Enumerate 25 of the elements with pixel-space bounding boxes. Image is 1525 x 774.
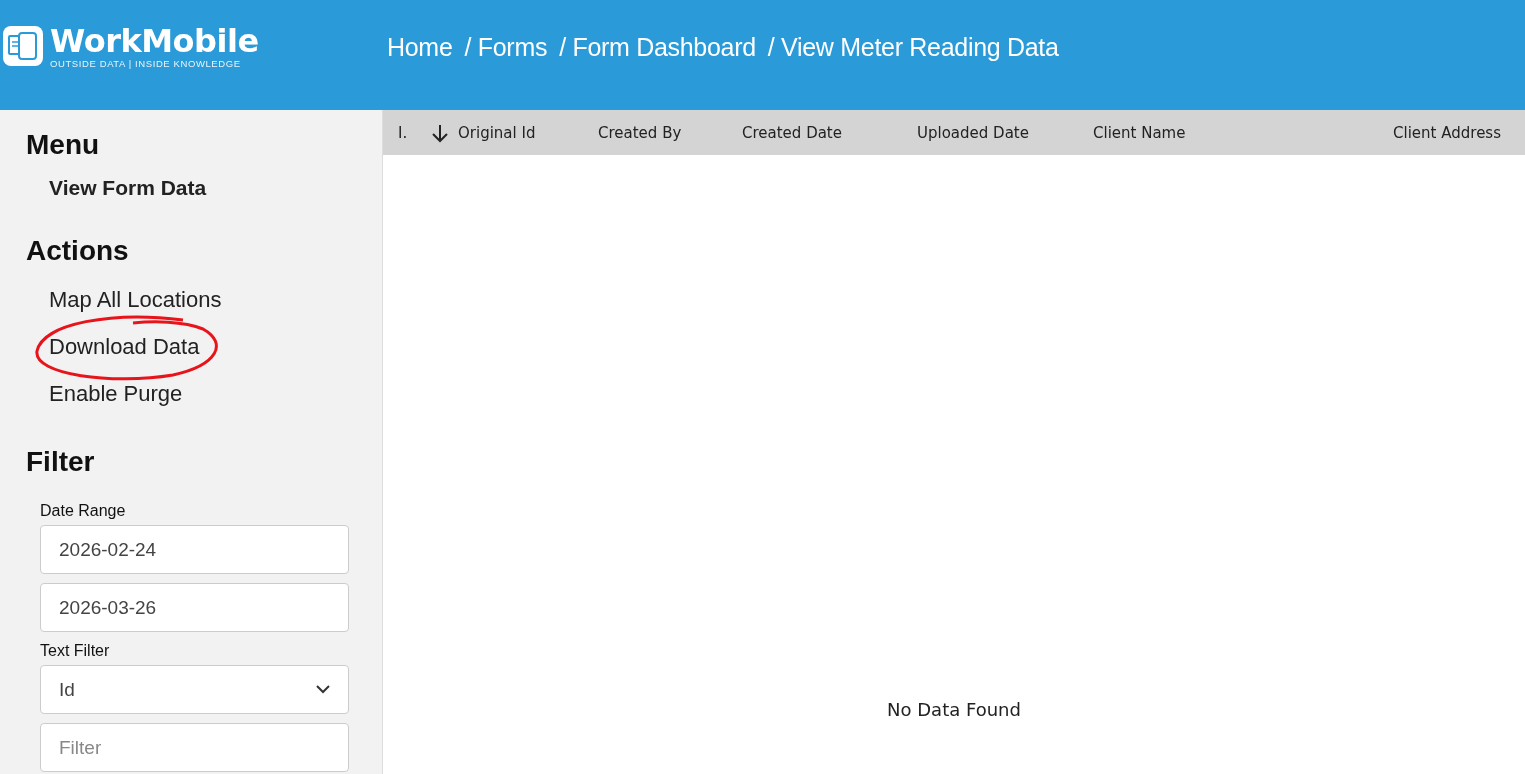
chevron-down-icon: [316, 685, 330, 694]
column-header[interactable]: Client Address: [1393, 123, 1501, 142]
brand-name: WorkMobile: [50, 24, 259, 58]
section-heading: Menu: [26, 128, 101, 162]
section-heading: Filter: [26, 445, 96, 479]
column-header[interactable]: Created By: [598, 123, 742, 142]
section-heading: Actions: [26, 234, 130, 268]
menu-item[interactable]: View Form Data: [49, 170, 207, 206]
column-header[interactable]: I.: [398, 123, 431, 142]
date-field[interactable]: 2026-02-24: [40, 525, 349, 574]
empty-message: No Data Found: [887, 699, 1021, 720]
column-header[interactable]: Client Name: [1093, 123, 1394, 142]
date-field[interactable]: 2026-03-26: [40, 583, 349, 632]
column-header[interactable]: Uploaded Date: [917, 123, 1093, 142]
column-header[interactable]: Created Date: [742, 123, 917, 142]
field-label: Date Range: [40, 501, 127, 521]
filter-dropdown[interactable]: Id: [40, 665, 349, 714]
column-header[interactable]: Original Id: [458, 123, 598, 142]
action-link[interactable]: Enable Purge: [49, 381, 183, 406]
tagline: OUTSIDE DATA | INSIDE KNOWLEDGE: [50, 58, 242, 70]
filter-input[interactable]: Filter: [40, 723, 349, 772]
field-label: Text Filter: [40, 641, 111, 661]
action-link[interactable]: Map All Locations: [49, 287, 222, 312]
action-link[interactable]: Download Data: [49, 334, 200, 359]
sort-arrow-icon[interactable]: [431, 122, 449, 143]
